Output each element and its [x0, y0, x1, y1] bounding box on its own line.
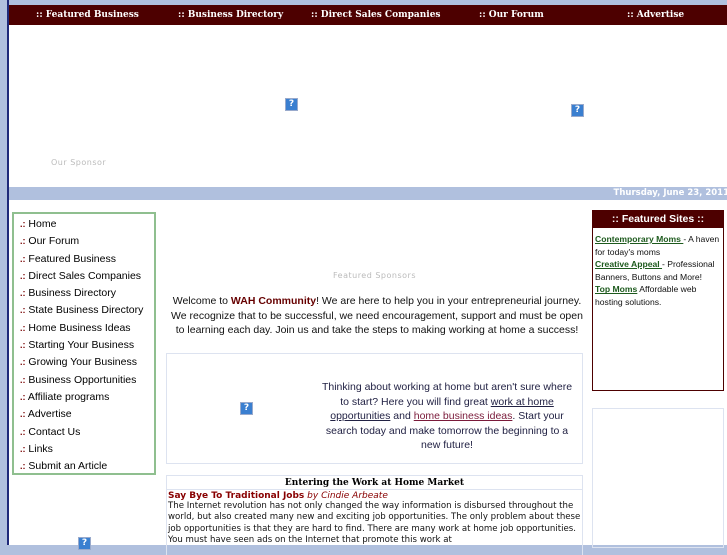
top-nav: :: Featured Business :: Business Directo… [9, 5, 727, 25]
sidebar-item-contact-us[interactable]: .: Contact Us [20, 424, 148, 441]
featured-sponsors-label: Featured Sponsors [333, 271, 416, 280]
sidebar-item-submit-an-article[interactable]: .: Submit an Article [20, 458, 148, 475]
sidebar-item-advertise[interactable]: .: Advertise [20, 406, 148, 423]
broken-image-icon[interactable]: ? [78, 537, 91, 550]
welcome-text: Welcome to WAH Community! We are here to… [171, 295, 583, 337]
bullet-icon: .: [20, 461, 26, 472]
sidebar-item-our-forum[interactable]: .: Our Forum [20, 233, 148, 250]
date-text: Thursday, June 23, 2011 [613, 188, 727, 198]
sidebar-item-business-opportunities[interactable]: .: Business Opportunities [20, 372, 148, 389]
bullet-icon: .: [20, 305, 26, 316]
intro-text: Thinking about working at home but aren'… [321, 381, 573, 452]
bullet-icon: .: [20, 236, 26, 247]
bullet-icon: .: [20, 322, 26, 333]
featured-site-link[interactable]: Contemporary Moms [595, 234, 683, 244]
article-section: Entering the Work at Home Market Say Bye… [166, 475, 583, 555]
featured-sites-panel: :: Featured Sites :: Contemporary Moms -… [592, 210, 724, 391]
broken-image-icon[interactable]: ? [240, 402, 253, 415]
broken-image-icon[interactable]: ? [571, 104, 584, 117]
sidebar-item-affiliate-programs[interactable]: .: Affiliate programs [20, 389, 148, 406]
bullet-icon: .: [20, 288, 26, 299]
article-body: The Internet revolution has not only cha… [168, 501, 581, 545]
sidebar-item-business-directory[interactable]: .: Business Directory [20, 285, 148, 302]
featured-site-link[interactable]: Top Moms [595, 284, 637, 294]
nav-advertise[interactable]: :: Advertise [627, 10, 684, 20]
bullet-icon: .: [20, 374, 26, 385]
sidebar-item-state-business-directory[interactable]: .: State Business Directory [20, 302, 148, 319]
bullet-icon: .: [20, 253, 26, 264]
sidebar-item-links[interactable]: .: Links [20, 441, 148, 458]
sponsor-label: Our Sponsor [51, 158, 107, 167]
article-title[interactable]: Say Bye To Traditional Jobs [168, 491, 304, 501]
featured-sites-title: :: Featured Sites :: [593, 211, 723, 228]
sidebar-item-direct-sales-companies[interactable]: .: Direct Sales Companies [20, 268, 148, 285]
bullet-icon: .: [20, 340, 26, 351]
article-byline: by Cindie Arbeate [307, 491, 388, 501]
nav-direct-sales[interactable]: :: Direct Sales Companies [311, 10, 441, 20]
bullet-icon: .: [20, 270, 26, 281]
sidebar-item-growing-your-business[interactable]: .: Growing Your Business [20, 354, 148, 371]
sidebar-item-home[interactable]: .: Home [20, 216, 148, 233]
bullet-icon: .: [20, 391, 26, 402]
sidebar-item-featured-business[interactable]: .: Featured Business [20, 251, 148, 268]
nav-our-forum[interactable]: :: Our Forum [479, 10, 544, 20]
bullet-icon: .: [20, 443, 26, 454]
bullet-icon: .: [20, 357, 26, 368]
nav-business-directory[interactable]: :: Business Directory [178, 10, 283, 20]
bullet-icon: .: [20, 219, 26, 229]
home-business-ideas-link[interactable]: home business ideas [414, 410, 513, 422]
bullet-icon: .: [20, 426, 26, 437]
nav-featured-business[interactable]: :: Featured Business [36, 10, 139, 20]
featured-site-link[interactable]: Creative Appeal [595, 259, 662, 269]
sidebar-item-home-business-ideas[interactable]: .: Home Business Ideas [20, 320, 148, 337]
ad-box [592, 408, 724, 548]
sidebar-item-starting-your-business[interactable]: .: Starting Your Business [20, 337, 148, 354]
intro-box: ? Thinking about working at home but are… [166, 353, 583, 464]
sidebar-menu: .: Home.: Our Forum.: Featured Business.… [12, 212, 156, 475]
brand-name: WAH Community [230, 295, 317, 307]
bullet-icon: .: [20, 409, 26, 420]
section-title: Entering the Work at Home Market [167, 476, 582, 490]
date-bar: Thursday, June 23, 2011 [9, 187, 727, 200]
page: :: Featured Business :: Business Directo… [7, 0, 727, 555]
broken-image-icon[interactable]: ? [285, 98, 298, 111]
